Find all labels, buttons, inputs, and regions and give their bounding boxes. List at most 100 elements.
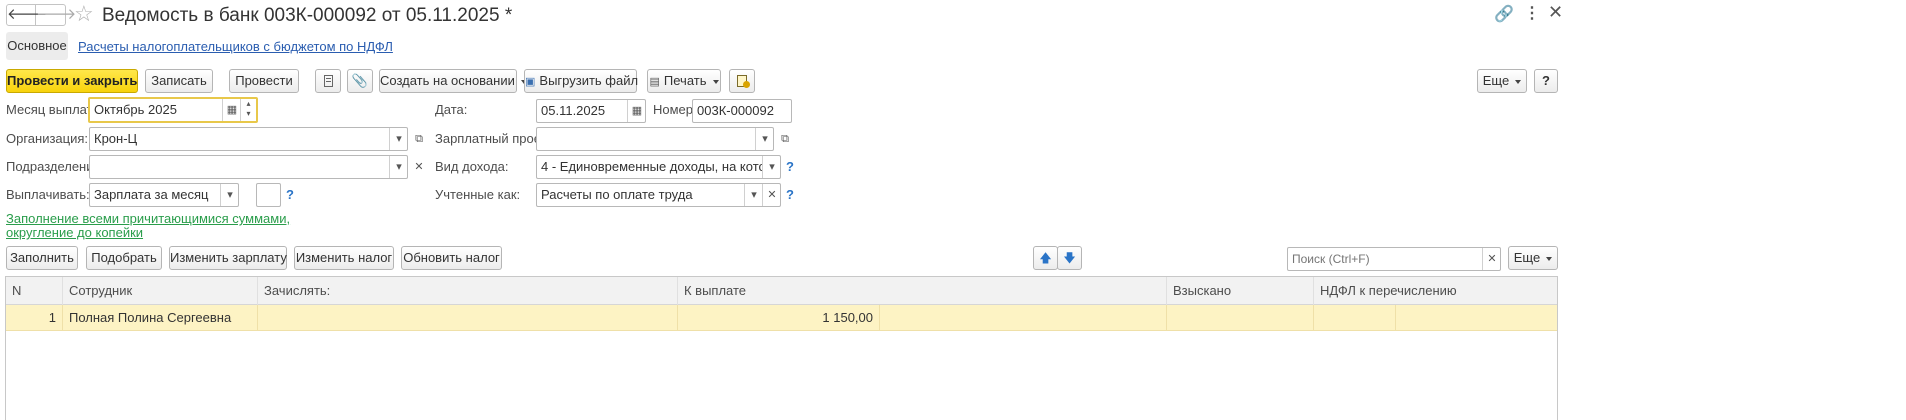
- create-based-button[interactable]: Создать на основании: [379, 69, 527, 93]
- search-field[interactable]: ✕: [1287, 247, 1501, 271]
- tab-main[interactable]: Основное: [6, 32, 68, 60]
- date-value: 05.11.2025: [541, 103, 606, 118]
- post-button[interactable]: Провести: [229, 69, 299, 93]
- column-header-n[interactable]: N: [6, 277, 63, 305]
- clear-icon[interactable]: ✕: [762, 184, 781, 206]
- month-stepper[interactable]: ▴ ▾: [240, 99, 256, 121]
- fill-label: Заполнить: [10, 250, 74, 265]
- cell-to-pay: 1 150,00: [678, 305, 880, 331]
- forward-icon[interactable]: 🡒: [36, 5, 76, 25]
- dropdown-icon[interactable]: ▾: [389, 128, 408, 150]
- clear-icon[interactable]: ✕: [410, 155, 428, 179]
- column-header-employee[interactable]: Сотрудник: [63, 277, 258, 305]
- clear-search-icon[interactable]: ✕: [1482, 248, 1501, 270]
- calendar-icon[interactable]: ▦: [627, 100, 646, 122]
- cell-n: 1: [6, 305, 63, 331]
- chevron-down-icon: [1546, 256, 1553, 261]
- tab-main-label: Основное: [7, 38, 67, 53]
- income-type-field[interactable]: 4 - Единовременные доходы, на которые не…: [536, 155, 781, 179]
- table-more-button[interactable]: Еще: [1508, 246, 1558, 270]
- dropdown-icon[interactable]: ▾: [389, 156, 408, 178]
- change-tax-label: Изменить налог: [295, 250, 393, 265]
- org-value: Крон-Ц: [94, 131, 138, 146]
- more-button[interactable]: Еще: [1477, 69, 1527, 93]
- move-down-icon[interactable]: 🡇: [1057, 246, 1082, 270]
- calendar-icon[interactable]: ▦: [222, 99, 241, 121]
- export-file-label: Выгрузить файл: [539, 73, 639, 88]
- help-button[interactable]: ?: [1534, 69, 1558, 93]
- org-label: Организация:: [6, 131, 89, 146]
- select-button[interactable]: Подобрать: [86, 246, 162, 270]
- help-label: ?: [1542, 73, 1550, 88]
- column-header-withheld[interactable]: Взыскано: [1167, 277, 1314, 305]
- tab-ndfl-link[interactable]: Расчеты налогоплательщиков с бюджетом по…: [78, 39, 393, 54]
- post-close-label: Провести и закрыть: [7, 73, 138, 88]
- org-field[interactable]: Крон-Ц ▾: [89, 127, 408, 151]
- number-label: Номер:: [653, 102, 697, 117]
- search-input[interactable]: [1290, 249, 1484, 269]
- dropdown-icon[interactable]: ▾: [755, 128, 774, 150]
- more-vertical-icon[interactable]: ⋮: [1524, 3, 1540, 23]
- print-button[interactable]: ▤ Печать: [647, 69, 721, 93]
- employees-table: N Сотрудник Зачислять: К выплате Взыскан…: [5, 276, 1558, 420]
- change-salary-button[interactable]: Изменить зарплату: [169, 246, 287, 270]
- report-icon[interactable]: [729, 69, 755, 93]
- move-up-icon[interactable]: 🡅: [1033, 246, 1058, 270]
- column-header-to-pay[interactable]: К выплате: [678, 277, 1167, 305]
- back-icon[interactable]: 🡐: [7, 5, 47, 25]
- cell-withheld: [1167, 305, 1314, 331]
- dropdown-icon[interactable]: ▾: [744, 184, 763, 206]
- month-field[interactable]: Октябрь 2025 ▦ ▴ ▾: [88, 97, 258, 123]
- table-row[interactable]: 1 Полная Полина Сергеевна 1 150,00: [6, 305, 1557, 331]
- save-button[interactable]: Записать: [145, 69, 213, 93]
- salary-project-field[interactable]: ▾: [536, 127, 774, 151]
- update-tax-label: Обновить налог: [403, 250, 500, 265]
- fill-button[interactable]: Заполнить: [6, 246, 78, 270]
- pay-field[interactable]: Зарплата за месяц ▾: [89, 183, 239, 207]
- date-field[interactable]: 05.11.2025 ▦: [536, 99, 646, 123]
- update-tax-button[interactable]: Обновить налог: [401, 246, 502, 270]
- change-tax-button[interactable]: Изменить налог: [294, 246, 394, 270]
- accounted-field[interactable]: Расчеты по оплате труда ▾ ✕: [536, 183, 781, 207]
- cell-ndfl: [1314, 305, 1396, 331]
- fill-mode-link[interactable]: Заполнение всеми причитающимися суммами,…: [6, 212, 336, 240]
- link-icon[interactable]: 🔗: [1494, 4, 1514, 24]
- cell-ndfl-extra: [1396, 305, 1557, 331]
- column-header-ndfl[interactable]: НДФЛ к перечислению: [1314, 277, 1557, 305]
- number-field[interactable]: 003К-000092: [692, 99, 792, 123]
- change-salary-label: Изменить зарплату: [170, 250, 287, 265]
- print-label: Печать: [663, 73, 707, 88]
- table-header: N Сотрудник Зачислять: К выплате Взыскан…: [6, 277, 1557, 305]
- create-based-label: Создать на основании: [380, 73, 515, 88]
- column-header-credit[interactable]: Зачислять:: [258, 277, 678, 305]
- help-icon[interactable]: ?: [786, 187, 794, 202]
- cell-to-pay-extra: [880, 305, 1167, 331]
- close-icon[interactable]: ✕: [1548, 2, 1563, 23]
- table-more-label: Еще: [1513, 250, 1541, 265]
- accounted-label: Учтенные как:: [435, 187, 521, 202]
- accounted-value: Расчеты по оплате труда: [541, 187, 693, 202]
- post-close-button[interactable]: Провести и закрыть: [6, 69, 138, 93]
- open-icon[interactable]: ⧉: [410, 127, 428, 151]
- pay-value: Зарплата за месяц: [94, 187, 209, 202]
- pay-label: Выплачивать:: [6, 187, 90, 202]
- dept-field[interactable]: ▾: [89, 155, 408, 179]
- chevron-down-icon: [1515, 79, 1522, 84]
- list-icon[interactable]: [315, 69, 341, 93]
- more-label: Еще: [1482, 73, 1510, 88]
- help-icon[interactable]: ?: [786, 159, 794, 174]
- printer-icon: ▤: [649, 76, 660, 88]
- chevron-down-icon: [712, 79, 719, 84]
- favorite-star-icon[interactable]: ☆: [74, 1, 94, 27]
- help-icon[interactable]: ?: [286, 187, 294, 202]
- open-icon[interactable]: ⧉: [776, 127, 794, 151]
- paperclip-icon[interactable]: 📎: [347, 69, 373, 93]
- dropdown-icon[interactable]: ▾: [762, 156, 781, 178]
- dropdown-icon[interactable]: ▾: [220, 184, 239, 206]
- select-label: Подобрать: [91, 250, 157, 265]
- page-title: Ведомость в банк 003К-000092 от 05.11.20…: [102, 5, 513, 26]
- pay-extra-field[interactable]: [256, 183, 281, 207]
- export-icon: ▣: [525, 76, 536, 88]
- number-value: 003К-000092: [697, 103, 774, 118]
- export-file-button[interactable]: ▣ Выгрузить файл: [524, 69, 639, 93]
